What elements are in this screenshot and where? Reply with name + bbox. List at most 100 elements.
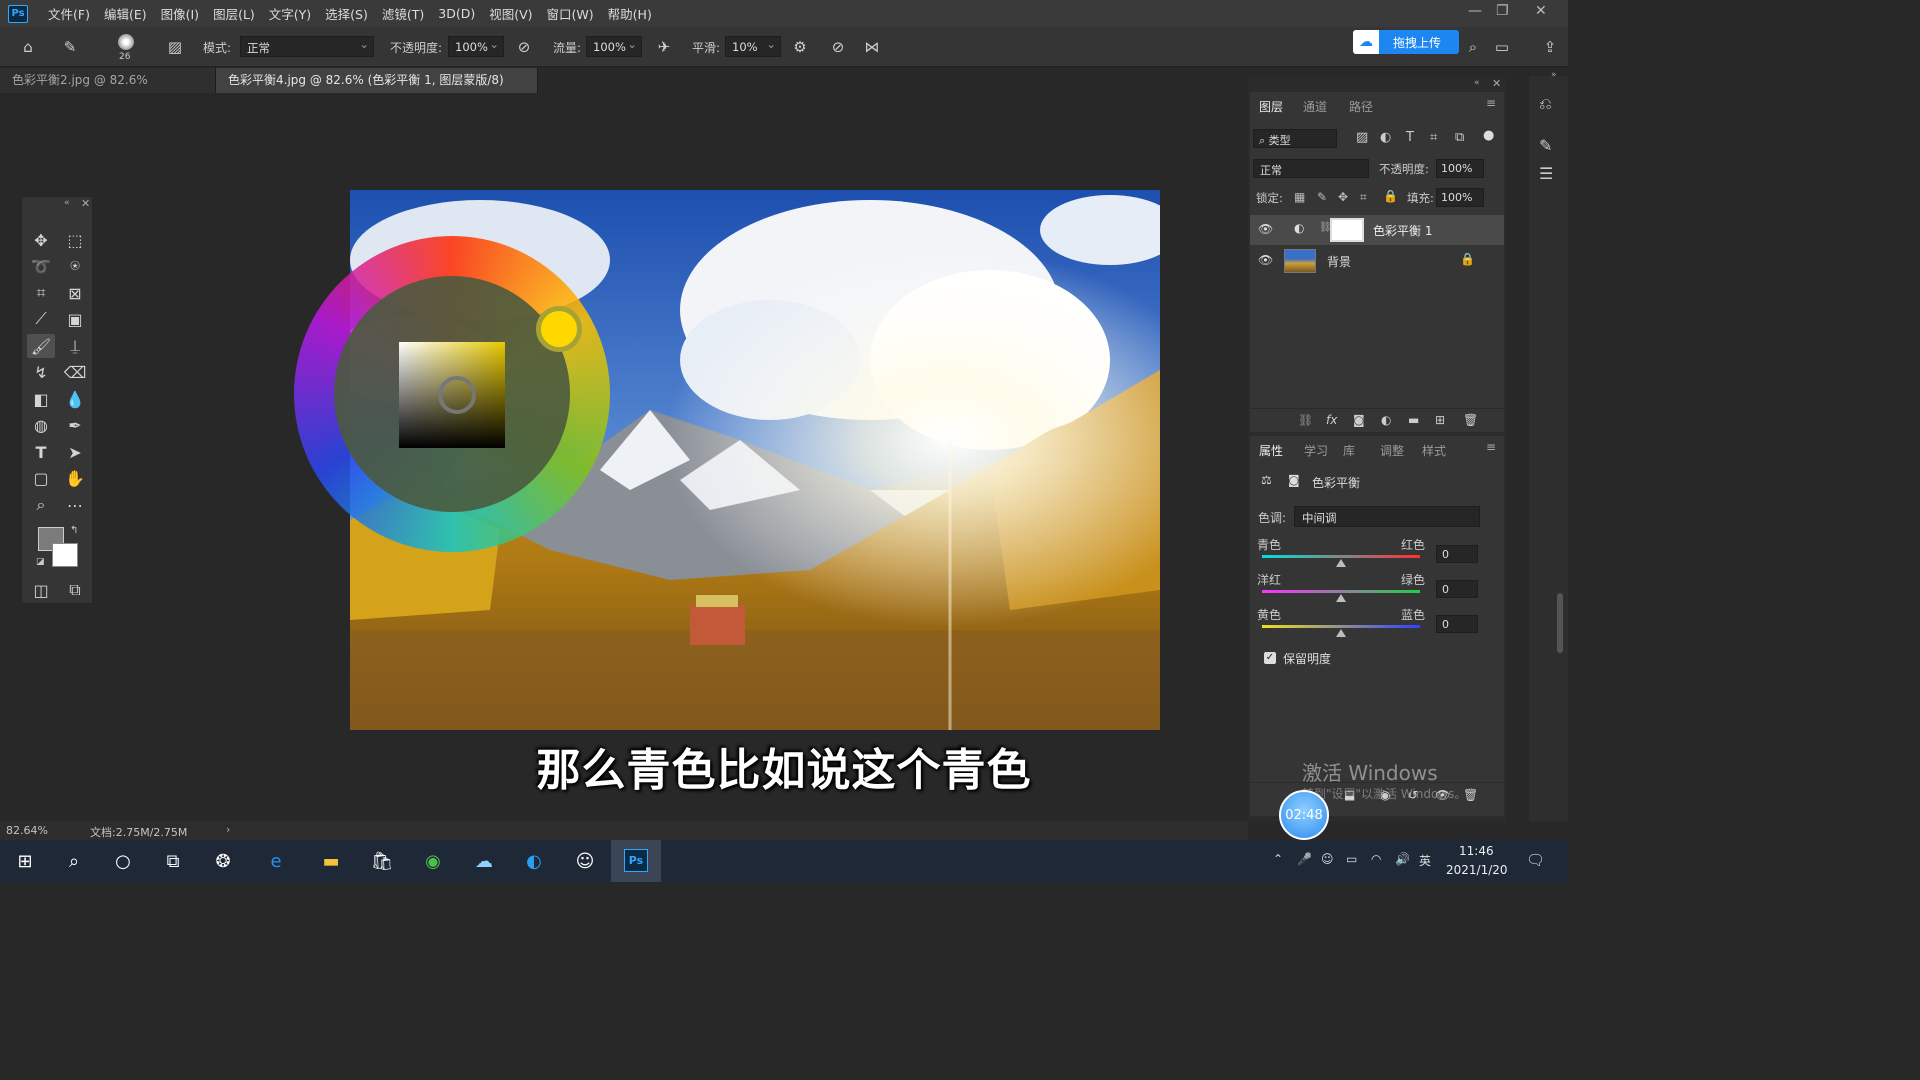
menu-view[interactable]: 视图(V) [489, 4, 532, 23]
new-layer-icon[interactable]: ⊞ [1435, 413, 1445, 427]
new-group-icon[interactable]: ▬ [1408, 413, 1419, 427]
tab-libraries[interactable]: 库 [1343, 442, 1355, 459]
minimize-icon[interactable]: — [1468, 3, 1482, 19]
filter-toggle-icon[interactable]: ● [1483, 128, 1494, 143]
opacity-select[interactable]: 100% [448, 36, 504, 57]
cortana-icon[interactable]: ○ [110, 848, 136, 874]
visibility-eye-icon[interactable]: 👁 [1258, 222, 1273, 236]
qq-icon[interactable]: ☺ [572, 848, 598, 874]
tab-properties[interactable]: 属性 [1259, 442, 1283, 459]
hud-color-picker[interactable] [294, 236, 610, 552]
restore-icon[interactable]: ❐ [1496, 3, 1509, 19]
search-icon[interactable]: ⌕ [61, 848, 87, 874]
background-color-swatch[interactable] [52, 543, 78, 567]
gear-icon[interactable]: ⚙ [790, 37, 810, 57]
quick-mask-icon[interactable]: ◫ [27, 578, 55, 602]
clock-date[interactable]: 2021/1/20 [1446, 863, 1508, 877]
cyan-red-thumb[interactable] [1336, 559, 1346, 567]
magenta-green-slider[interactable] [1262, 590, 1420, 593]
wifi-icon[interactable]: ◠ [1371, 852, 1381, 866]
delete-layer-icon[interactable]: 🗑 [1463, 413, 1478, 427]
file-explorer-icon[interactable]: ▬ [318, 848, 344, 874]
microphone-icon[interactable]: 🎤 [1297, 852, 1312, 866]
path-select-tool-icon[interactable]: ➤ [61, 440, 89, 464]
swap-colors-icon[interactable]: ↰ [70, 525, 78, 536]
new-adjustment-icon[interactable]: ◐ [1381, 413, 1391, 427]
history-brush-tool-icon[interactable]: ↯ [27, 360, 55, 384]
edge-browser-icon[interactable]: ◐ [521, 848, 547, 874]
gradient-tool-icon[interactable]: ◧ [27, 387, 55, 411]
layer-name[interactable]: 背景 [1327, 253, 1351, 270]
brush-preset-icon[interactable]: ✎ [60, 37, 80, 57]
tab-document-1[interactable]: 色彩平衡2.jpg @ 82.6%(RGB/8)× [0, 68, 216, 112]
ime-indicator[interactable]: 英 [1419, 852, 1431, 869]
tray-chevron-icon[interactable]: ⌃ [1273, 852, 1283, 866]
dodge-tool-icon[interactable]: ◍ [27, 413, 55, 437]
symmetry-icon[interactable]: ⋈ [862, 37, 882, 57]
battery-icon[interactable]: ▭ [1346, 852, 1357, 866]
menu-3d[interactable]: 3D(D) [438, 6, 475, 21]
brush-tip-icon[interactable] [118, 34, 134, 50]
layer-name[interactable]: 色彩平衡 1 [1373, 222, 1432, 239]
filter-adjustment-icon[interactable]: ◐ [1380, 130, 1391, 145]
menu-filter[interactable]: 滤镜(T) [382, 4, 424, 23]
menu-type[interactable]: 文字(Y) [269, 4, 311, 23]
frame-tool-icon[interactable]: ⊠ [61, 281, 89, 305]
tone-select[interactable]: 中间调 [1294, 506, 1480, 527]
screen-mode-icon[interactable]: ⧉ [61, 578, 89, 602]
stamp-tool-icon[interactable]: ⍊ [61, 334, 89, 358]
yellow-blue-slider[interactable] [1262, 625, 1420, 628]
lock-pixels-icon[interactable]: ✎ [1317, 190, 1327, 204]
filter-shape-icon[interactable]: ⌗ [1430, 130, 1437, 145]
app-swirl-icon[interactable]: ❂ [210, 848, 236, 874]
blur-tool-icon[interactable]: 💧 [61, 387, 89, 411]
pressure-size-icon[interactable]: ⊘ [828, 37, 848, 57]
marquee-tool-icon[interactable]: ⬚ [61, 228, 89, 252]
quick-select-tool-icon[interactable]: ⍟ [61, 254, 89, 278]
recording-timer[interactable]: 02:48 [1279, 790, 1329, 840]
volume-icon[interactable]: 🔊 [1395, 852, 1410, 866]
panel-menu-icon[interactable]: ≡ [1486, 440, 1496, 454]
tab-paths[interactable]: 路径 [1349, 98, 1373, 115]
panel-menu-icon[interactable]: ≡ [1486, 96, 1496, 110]
photoshop-taskbar-button[interactable]: Ps [611, 840, 661, 882]
more-tools-icon[interactable]: ⋯ [61, 493, 89, 517]
zoom-tool-icon[interactable]: ⌕ [27, 493, 55, 517]
tab-document-2[interactable]: 色彩平衡4.jpg @ 82.6% (色彩平衡 1, 图层蒙版/8) *× [216, 68, 538, 112]
magenta-green-thumb[interactable] [1336, 594, 1346, 602]
tab-learn[interactable]: 学习 [1304, 442, 1328, 459]
magenta-green-value[interactable]: 0 [1436, 580, 1478, 598]
layer-row-color-balance[interactable]: 👁 ◐ ⛓ 色彩平衡 1 [1250, 215, 1504, 245]
layer-opacity-field[interactable]: 100% [1436, 159, 1484, 178]
lock-position-icon[interactable]: ✥ [1338, 190, 1348, 204]
task-view-icon[interactable]: ⧉ [160, 848, 186, 874]
menu-edit[interactable]: 编辑(E) [104, 4, 147, 23]
hand-tool-icon[interactable]: ✋ [61, 466, 89, 490]
qq-tray-icon[interactable]: ☺ [1321, 852, 1334, 866]
lock-transparency-icon[interactable]: ▦ [1294, 190, 1305, 204]
brush-settings-icon[interactable]: ▨ [165, 37, 185, 57]
move-tool-icon[interactable]: ✥ [27, 228, 55, 252]
scrollbar[interactable] [1557, 593, 1563, 653]
upload-button[interactable]: ☁ 拖拽上传 [1353, 30, 1459, 54]
cyan-red-slider[interactable] [1262, 555, 1420, 558]
patch-tool-icon[interactable]: ▣ [61, 307, 89, 331]
workspace-icon[interactable]: ▭ [1492, 37, 1512, 57]
search-icon[interactable]: ⌕ [1463, 37, 1483, 57]
close-dock-icon[interactable]: ✕ [1492, 77, 1501, 90]
filter-pixel-icon[interactable]: ▨ [1356, 130, 1368, 145]
tab-adjustments[interactable]: 调整 [1380, 442, 1404, 459]
collapse-dock-icon[interactable]: « [1474, 78, 1480, 88]
filter-type-icon[interactable]: T [1406, 130, 1414, 145]
menu-layer[interactable]: 图层(L) [213, 4, 255, 23]
zoom-level[interactable]: 82.64% [6, 824, 48, 837]
menu-window[interactable]: 窗口(W) [547, 4, 594, 23]
tab-styles[interactable]: 样式 [1422, 442, 1446, 459]
flow-select[interactable]: 100% [586, 36, 642, 57]
cyan-red-value[interactable]: 0 [1436, 545, 1478, 563]
yellow-blue-thumb[interactable] [1336, 629, 1346, 637]
tab-channels[interactable]: 通道 [1303, 98, 1327, 115]
layer-fill-field[interactable]: 100% [1436, 188, 1484, 207]
preserve-luminosity-checkbox[interactable]: ✓ [1264, 652, 1276, 664]
filter-smart-icon[interactable]: ⧉ [1455, 130, 1464, 145]
